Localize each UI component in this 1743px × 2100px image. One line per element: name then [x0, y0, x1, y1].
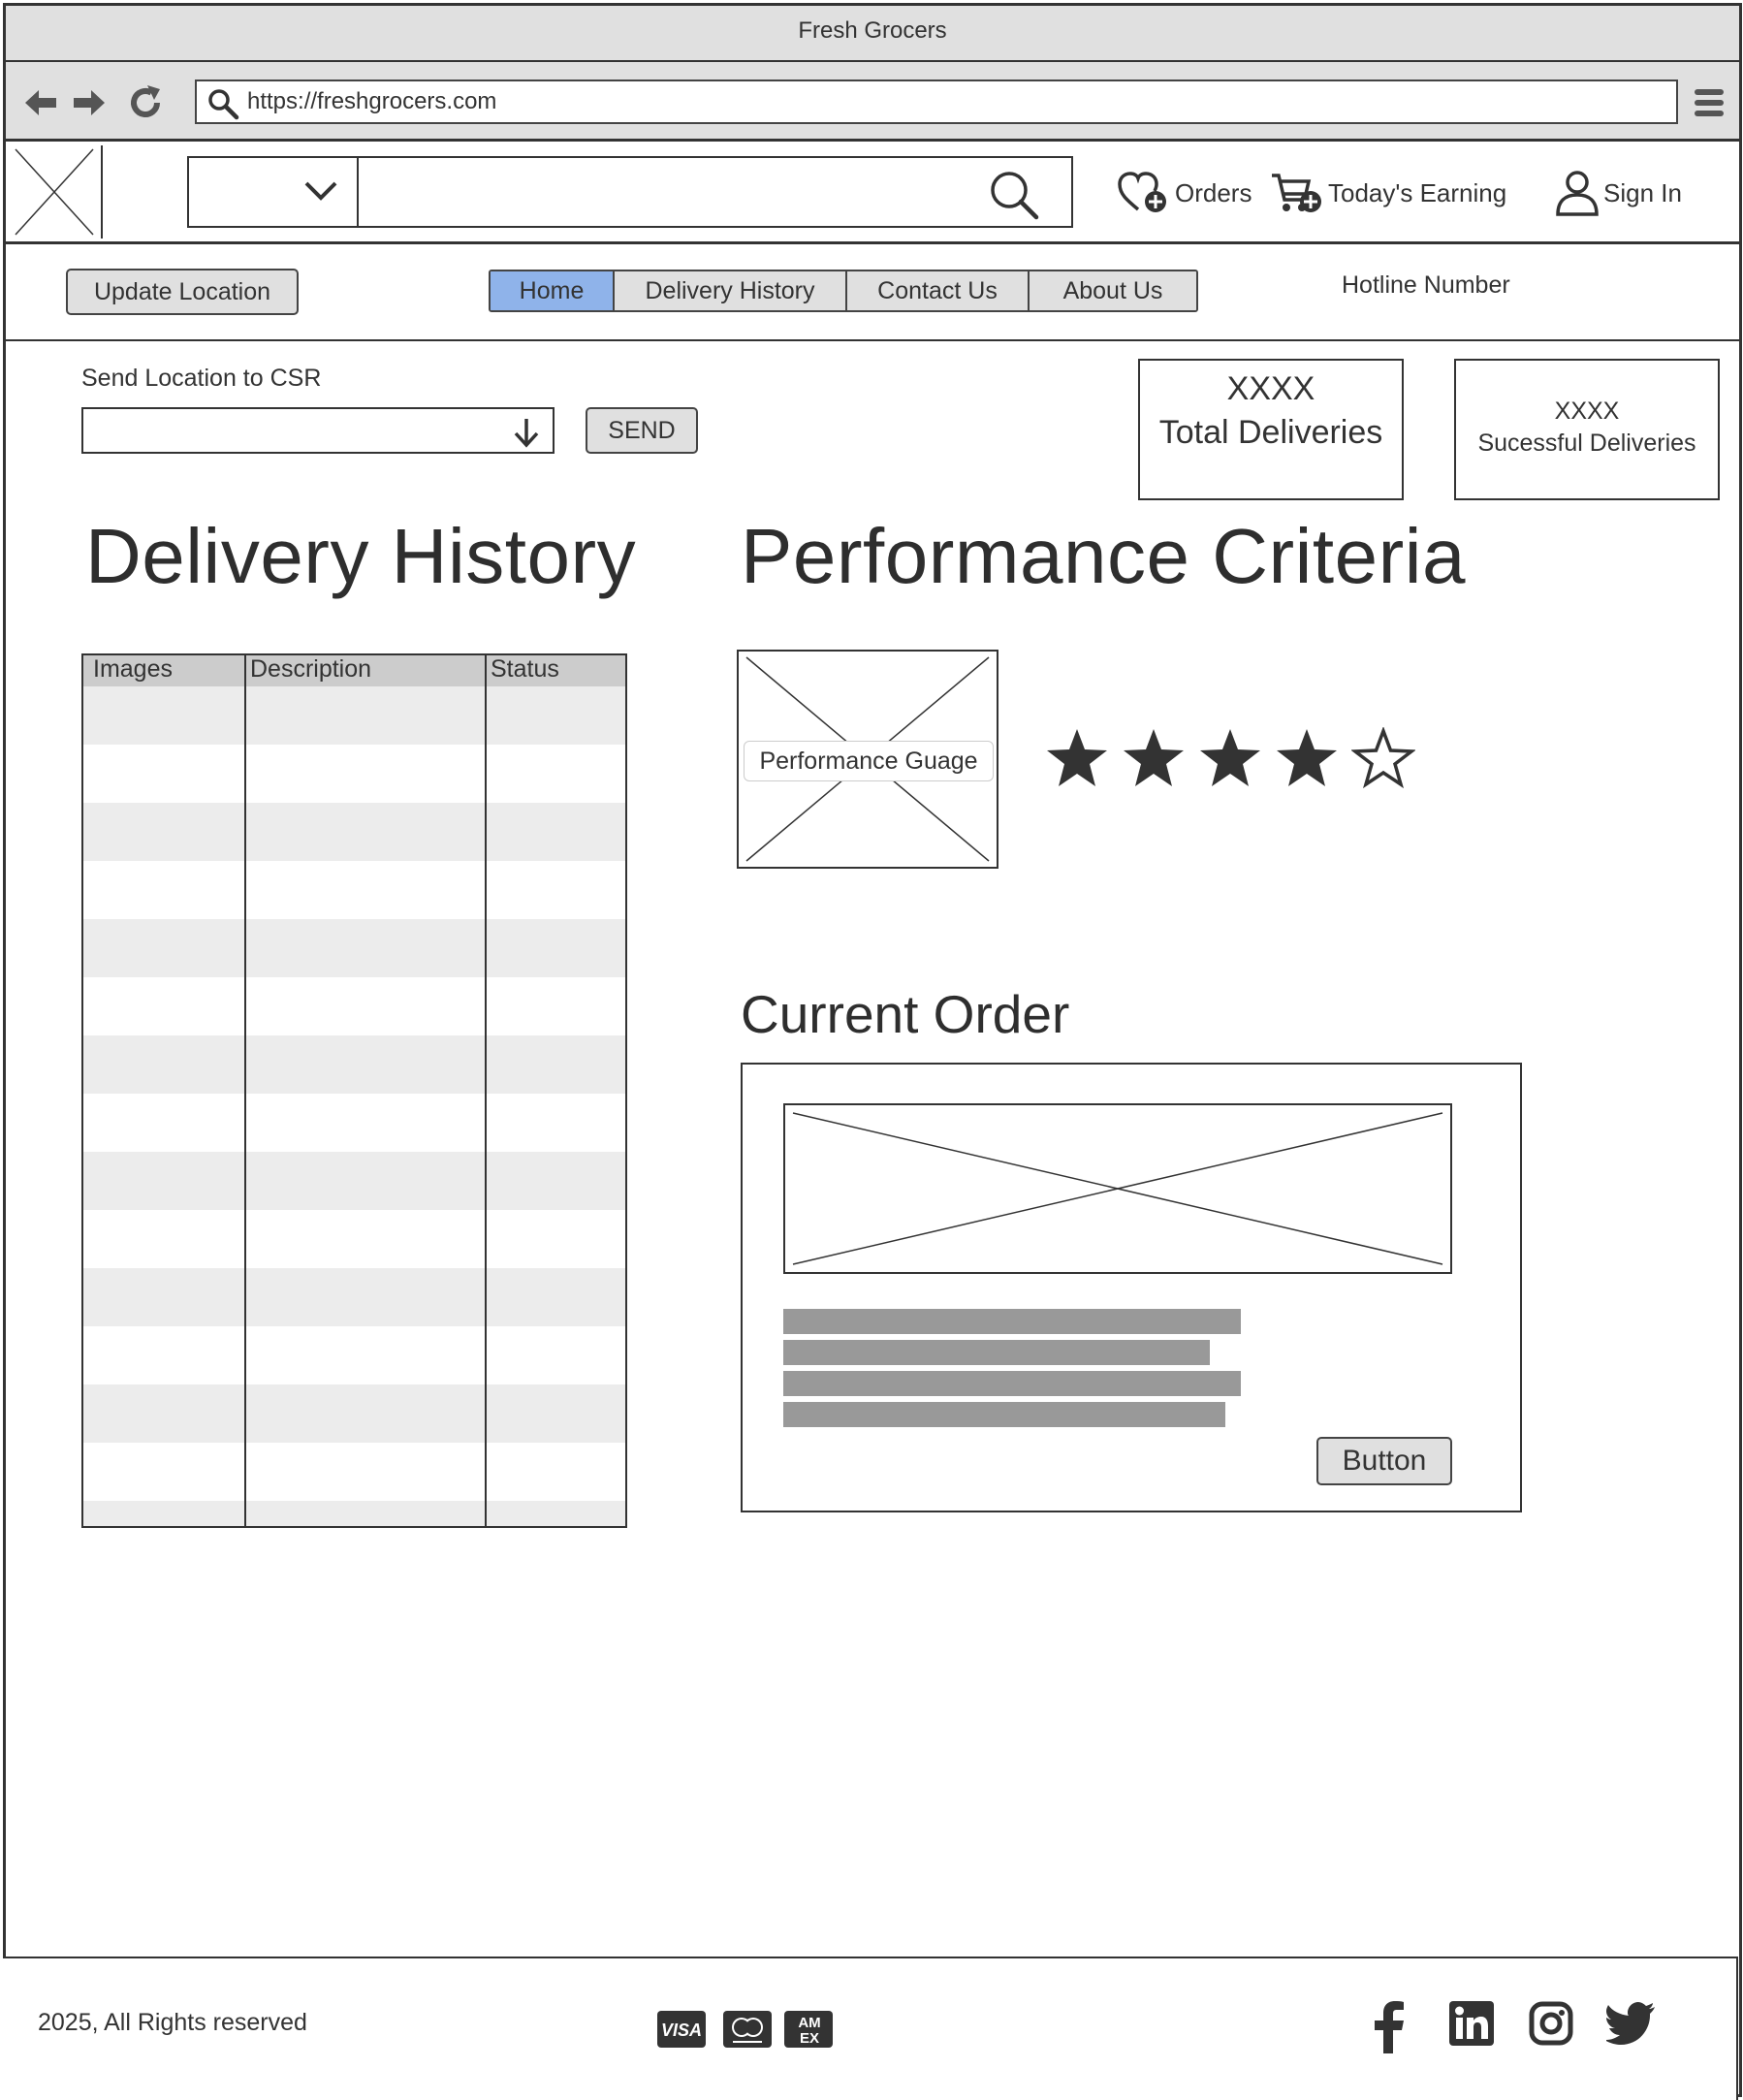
sub-navigation: Update Location Home Delivery History Co… — [6, 244, 1739, 341]
performance-criteria-title: Performance Criteria — [741, 513, 1467, 599]
table-row[interactable] — [82, 977, 626, 1035]
star-filled-icon — [1277, 729, 1337, 786]
orders-label: Orders — [1175, 177, 1252, 207]
category-select[interactable] — [189, 158, 359, 226]
location-select[interactable] — [81, 407, 555, 454]
window-title: Fresh Grocers — [6, 6, 1739, 62]
chevron-down-icon — [304, 181, 337, 201]
footer: 2025, All Rights reserved VISA AM EX — [3, 1957, 1738, 2100]
table-row[interactable] — [82, 745, 626, 803]
table-row[interactable] — [82, 686, 626, 745]
rating-stars — [1045, 727, 1415, 789]
table-row[interactable] — [82, 1501, 626, 1527]
tab-about-us[interactable]: About Us — [1030, 271, 1196, 310]
column-header-images: Images — [82, 654, 246, 686]
reload-icon[interactable] — [126, 83, 165, 122]
todays-earning-link[interactable]: Today's Earning — [1270, 171, 1506, 215]
svg-text:EX: EX — [800, 2030, 819, 2047]
update-location-button[interactable]: Update Location — [66, 269, 299, 315]
table-row[interactable] — [82, 1035, 626, 1094]
text-line-placeholder — [783, 1309, 1241, 1334]
hotline-number: Hotline Number — [1342, 271, 1510, 299]
table-row[interactable] — [82, 803, 626, 861]
twitter-icon[interactable] — [1604, 2001, 1657, 2051]
todays-earning-label: Today's Earning — [1328, 177, 1507, 207]
search-icon — [208, 89, 239, 120]
linkedin-icon[interactable] — [1449, 2001, 1494, 2051]
logo-placeholder[interactable] — [8, 145, 103, 239]
table-row[interactable] — [82, 1326, 626, 1384]
star-filled-icon — [1047, 729, 1107, 786]
delivery-history-table: Images Description Status — [81, 653, 627, 1528]
column-header-description: Description — [245, 654, 487, 686]
current-order-title: Current Order — [741, 984, 1070, 1044]
table-row[interactable] — [82, 919, 626, 977]
text-line-placeholder — [783, 1340, 1210, 1365]
copyright-text: 2025, All Rights reserved — [38, 2009, 307, 2036]
url-text: https://freshgrocers.com — [247, 88, 497, 114]
orders-link[interactable]: Orders — [1117, 171, 1252, 215]
total-deliveries-card: XXXX Total Deliveries — [1138, 359, 1404, 500]
column-header-status: Status — [486, 654, 626, 686]
nav-tabs: Home Delivery History Contact Us About U… — [489, 270, 1198, 312]
delivery-history-title: Delivery History — [85, 513, 637, 599]
successful-deliveries-card: XXXX Sucessful Deliveries — [1454, 359, 1720, 500]
sign-in-link[interactable]: Sign In — [1555, 171, 1682, 216]
table-header-row: Images Description Status — [82, 654, 626, 686]
amex-icon: AM EX — [784, 2011, 833, 2052]
sign-in-label: Sign In — [1603, 177, 1682, 207]
order-action-button[interactable]: Button — [1316, 1437, 1452, 1485]
successful-deliveries-label: Sucessful Deliveries — [1477, 430, 1696, 457]
star-filled-icon — [1124, 729, 1184, 786]
star-outline-icon — [1351, 727, 1415, 789]
forward-icon[interactable] — [70, 83, 109, 122]
arrow-down-icon — [514, 419, 539, 448]
table-row[interactable] — [82, 1443, 626, 1501]
svg-text:VISA: VISA — [661, 2020, 702, 2040]
send-location-label: Send Location to CSR — [81, 365, 322, 392]
tab-contact-us[interactable]: Contact Us — [847, 271, 1030, 310]
facebook-icon[interactable] — [1372, 2001, 1407, 2058]
performance-gauge-label: Performance Guage — [744, 741, 994, 781]
table-row[interactable] — [82, 861, 626, 919]
menu-icon[interactable] — [1693, 87, 1726, 123]
search-icon[interactable] — [989, 170, 1039, 225]
back-icon[interactable] — [21, 83, 60, 122]
tab-home[interactable]: Home — [491, 271, 615, 310]
search-input[interactable] — [359, 158, 892, 226]
text-line-placeholder — [783, 1402, 1225, 1427]
successful-deliveries-value: XXXX — [1554, 398, 1620, 425]
site-header: Orders Today's Earning Sign In — [6, 142, 1739, 244]
heart-plus-icon — [1118, 172, 1166, 212]
browser-toolbar: https://freshgrocers.com — [6, 62, 1739, 142]
total-deliveries-label: Total Deliveries — [1158, 414, 1383, 451]
instagram-icon[interactable] — [1529, 2001, 1573, 2051]
current-order-card: Button — [741, 1063, 1522, 1512]
table-row[interactable] — [82, 1210, 626, 1268]
tab-delivery-history[interactable]: Delivery History — [615, 271, 847, 310]
table-row[interactable] — [82, 1094, 626, 1152]
send-button[interactable]: SEND — [586, 407, 698, 454]
table-row[interactable] — [82, 1152, 626, 1210]
svg-text:AM: AM — [798, 2015, 820, 2031]
text-line-placeholder — [783, 1371, 1241, 1396]
search-bar — [187, 156, 1073, 228]
total-deliveries-value: XXXX — [1226, 370, 1315, 407]
cart-plus-icon — [1272, 174, 1321, 212]
order-image-placeholder — [783, 1103, 1452, 1274]
visa-icon: VISA — [657, 2011, 706, 2052]
performance-gauge: Performance Guage — [737, 650, 998, 869]
table-row[interactable] — [82, 1268, 626, 1326]
url-bar[interactable]: https://freshgrocers.com — [195, 80, 1678, 124]
mastercard-icon — [723, 2011, 772, 2052]
star-filled-icon — [1200, 729, 1260, 786]
user-icon — [1556, 171, 1599, 216]
table-row[interactable] — [82, 1384, 626, 1443]
